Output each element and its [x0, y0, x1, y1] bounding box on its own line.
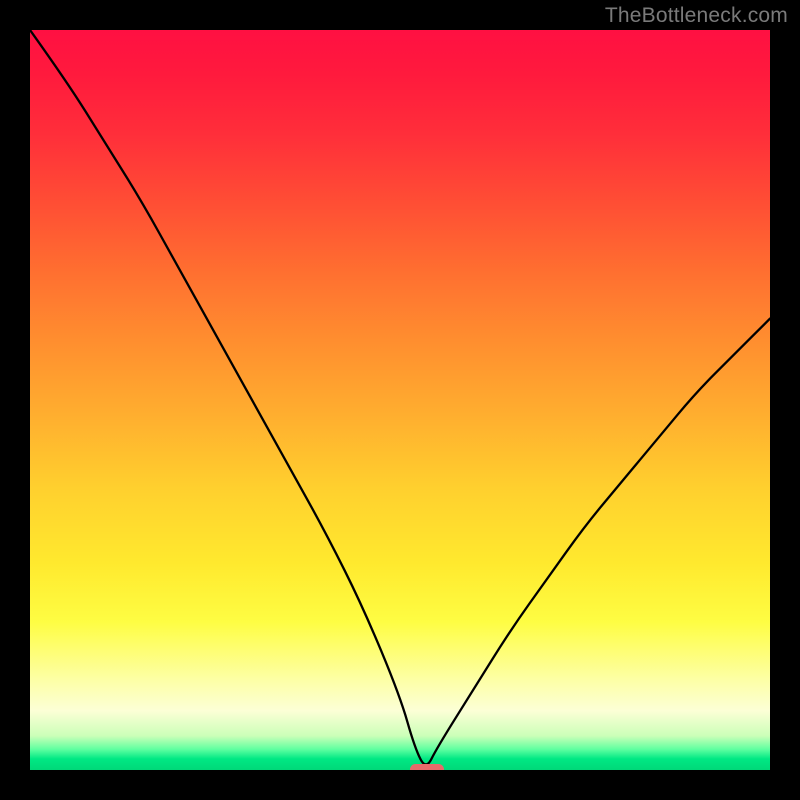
watermark-text: TheBottleneck.com [605, 4, 788, 28]
plot-area [30, 30, 770, 770]
optimal-range-marker [410, 764, 445, 770]
chart-frame: TheBottleneck.com [0, 0, 800, 800]
bottleneck-curve [30, 30, 770, 770]
